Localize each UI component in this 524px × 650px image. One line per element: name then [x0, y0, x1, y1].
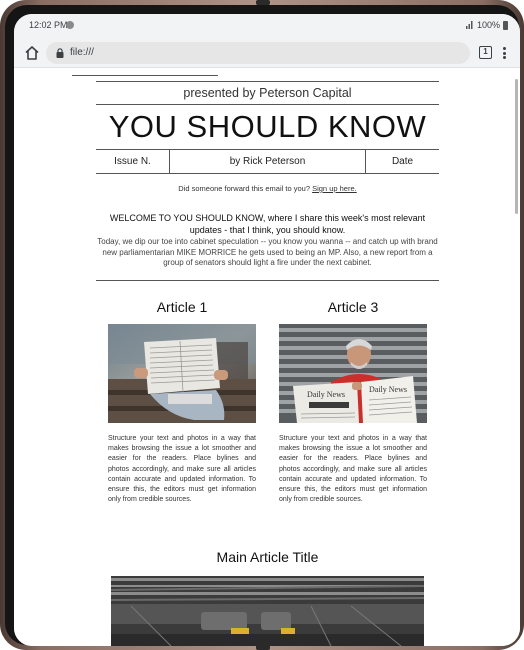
screen: 12:02 PM 100% file:/// 1 presented by Pe… [14, 14, 520, 646]
notification-icon [66, 21, 74, 29]
status-time: 12:02 PM [29, 20, 68, 30]
page-load-line [72, 75, 218, 76]
signal-icon [465, 21, 473, 29]
intro-text: Today, we dip our toe into cabinet specu… [97, 237, 438, 267]
home-icon[interactable] [23, 44, 41, 62]
battery-icon [503, 20, 508, 30]
issue-meta-row: Issue N. by Rick Peterson Date [96, 149, 439, 174]
main-article-title: Main Article Title [216, 549, 319, 565]
article-image-man-reading-daily-news: Daily News Daily News [279, 324, 427, 423]
newsletter-headline: YOU SHOULD KNOW [108, 109, 427, 144]
url-text[interactable]: file:/// [70, 47, 94, 58]
author-byline: by Rick Peterson [170, 150, 366, 173]
status-bar: 12:02 PM 100% [14, 14, 520, 38]
device-frame: 12:02 PM 100% file:/// 1 presented by Pe… [0, 0, 524, 650]
newspaper-masthead: Daily News [307, 390, 345, 399]
forward-notice: Did someone forward this email to you? S… [96, 184, 439, 193]
status-indicators: 100% [465, 20, 508, 30]
forward-text: Did someone forward this email to you? [178, 184, 310, 193]
main-article-image-printing-press [111, 576, 424, 646]
issue-number: Issue N. [96, 150, 170, 173]
device-bezel: 12:02 PM 100% file:/// 1 presented by Pe… [5, 5, 520, 646]
lock-icon [56, 48, 64, 58]
scrollbar[interactable] [515, 79, 518, 214]
presented-by: presented by Peterson Capital [96, 81, 439, 105]
welcome-text: WELCOME TO YOU SHOULD KNOW, where I shar… [109, 213, 426, 235]
article-card: Article 3 Daily News Daily News Structur… [279, 297, 427, 505]
article-image-newspaper-reader [108, 324, 256, 423]
issue-date: Date [391, 156, 414, 167]
more-menu-icon[interactable] [501, 45, 507, 61]
article-body: Structure your text and photos in a way … [279, 435, 427, 504]
signup-link[interactable]: Sign up here. [312, 184, 357, 193]
newspaper-masthead: Daily News [369, 385, 407, 394]
article-title: Article 3 [327, 299, 379, 315]
battery-percent: 100% [476, 20, 500, 30]
section-divider [96, 280, 439, 281]
address-bar[interactable]: file:/// [46, 42, 470, 64]
article-body: Structure your text and photos in a way … [108, 435, 256, 504]
tab-switcher-button[interactable]: 1 [479, 46, 492, 59]
article-title: Article 1 [156, 299, 208, 315]
browser-toolbar: file:/// 1 [14, 38, 520, 68]
page-content: presented by Peterson Capital YOU SHOULD… [14, 69, 520, 646]
article-card: Article 1 Structure your text and photos… [108, 297, 256, 505]
